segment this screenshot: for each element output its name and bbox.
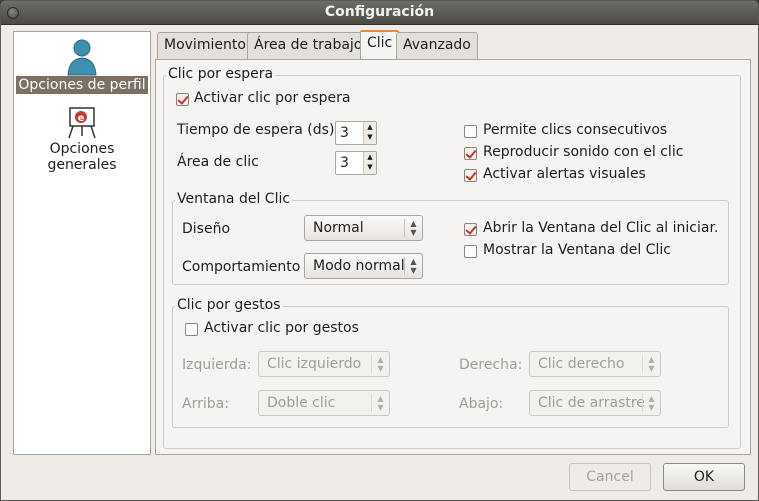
play-sound-label: Reproducir sonido con el clic [483, 144, 684, 160]
gesture-down-select[interactable]: Clic de arrastre ▲ ▼ [529, 390, 661, 416]
chevron-updown-icon: ▲ ▼ [371, 394, 389, 412]
dwell-click-frame-title: Clic por espera [166, 66, 276, 82]
presentation-icon: e [68, 107, 96, 139]
spinner-arrows-icon[interactable]: ▲ ▼ [363, 152, 376, 174]
gesture-left-select[interactable]: Clic izquierdo ▲ ▼ [258, 351, 390, 377]
behavior-value: Modo normal [313, 258, 405, 274]
gesture-down-label: Abajo: [459, 396, 504, 412]
design-label: Diseño [182, 221, 231, 237]
tab-movimiento[interactable]: Movimiento [157, 32, 253, 59]
chevron-updown-icon: ▲ ▼ [371, 355, 389, 373]
sidebar-item-general-options[interactable]: e Opciones generales [14, 106, 150, 174]
configuration-window: Configuración Opciones de perfil e Opcio… [0, 0, 759, 501]
sidebar-item-label: Opciones de perfil [16, 76, 148, 94]
gesture-right-value: Clic derecho [538, 356, 625, 372]
play-sound-checkbox[interactable] [464, 147, 477, 160]
chevron-updown-icon: ▲ ▼ [642, 355, 660, 373]
person-icon [67, 39, 97, 76]
gesture-up-value: Doble clic [267, 395, 336, 411]
behavior-label: Comportamiento [182, 259, 301, 275]
visual-alerts-label: Activar alertas visuales [483, 166, 646, 182]
window-title: Configuración [324, 4, 435, 20]
design-select[interactable]: Normal ▲ ▼ [304, 215, 423, 241]
sidebar-item-label: Opciones generales [47, 141, 117, 173]
timeout-label: Tiempo de espera (ds) [177, 122, 335, 138]
gesture-left-value: Clic izquierdo [267, 356, 362, 372]
behavior-select[interactable]: Modo normal ▲ ▼ [304, 253, 423, 279]
title-bar[interactable]: Configuración [1, 1, 758, 25]
consecutive-clicks-label: Permite clics consecutivos [483, 122, 668, 138]
show-click-window-checkbox[interactable] [464, 245, 477, 258]
spinner-arrows-icon[interactable]: ▲ ▼ [363, 122, 376, 144]
click-window-frame-title: Ventana del Clic [175, 191, 293, 207]
gesture-up-label: Arriba: [182, 396, 229, 412]
show-click-window-label: Mostrar la Ventana del Clic [483, 242, 671, 258]
cancel-button[interactable]: Cancel [569, 463, 651, 491]
enable-gesture-click-label: Activar clic por gestos [204, 320, 359, 336]
gesture-right-select[interactable]: Clic derecho ▲ ▼ [529, 351, 661, 377]
sidebar-item-profile-options[interactable]: Opciones de perfil [14, 38, 150, 94]
chevron-updown-icon: ▲ ▼ [404, 257, 422, 275]
gesture-up-select[interactable]: Doble clic ▲ ▼ [258, 390, 390, 416]
gesture-click-frame-title: Clic por gestos [175, 297, 283, 313]
tab-clic[interactable]: Clic [360, 30, 400, 60]
click-area-label: Área de clic [177, 154, 259, 170]
open-click-window-on-start-checkbox[interactable] [464, 223, 477, 236]
gesture-right-label: Derecha: [459, 357, 523, 373]
profile-sidebar: Opciones de perfil e Opciones generales [13, 31, 151, 455]
timeout-spinner[interactable]: 3 ▲ ▼ [335, 121, 377, 145]
timeout-value: 3 [340, 125, 349, 141]
open-click-window-on-start-label: Abrir la Ventana del Clic al iniciar. [483, 220, 719, 236]
enable-gesture-click-checkbox[interactable] [185, 323, 198, 336]
chevron-updown-icon: ▲ ▼ [404, 219, 422, 237]
gesture-left-label: Izquierda: [182, 357, 252, 373]
enable-dwell-click-checkbox[interactable] [176, 93, 189, 106]
design-value: Normal [313, 220, 364, 236]
gesture-down-value: Clic de arrastre [538, 395, 645, 411]
tab-avanzado[interactable]: Avanzado [396, 32, 478, 59]
chevron-updown-icon: ▲ ▼ [642, 394, 660, 412]
tab-panel-clic: Clic por espera Activar clic por espera … [155, 59, 751, 455]
visual-alerts-checkbox[interactable] [464, 169, 477, 182]
click-area-value: 3 [340, 155, 349, 171]
ok-button[interactable]: OK [663, 463, 745, 491]
click-area-spinner[interactable]: 3 ▲ ▼ [335, 151, 377, 175]
enable-dwell-click-label: Activar clic por espera [194, 90, 351, 106]
svg-text:e: e [78, 113, 85, 124]
tab-area-de-trabajo[interactable]: Área de trabajo [247, 32, 370, 59]
consecutive-clicks-checkbox[interactable] [464, 125, 477, 138]
